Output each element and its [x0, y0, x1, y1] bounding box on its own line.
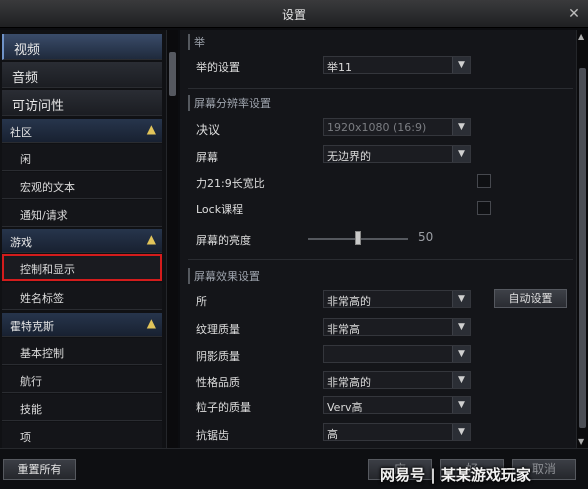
sidebar-item-nameplates[interactable]: 姓名标签 [2, 283, 162, 310]
overall-quality-dropdown[interactable]: 非常高的 ▼ [323, 290, 471, 308]
chevron-down-icon: ▼ [452, 319, 470, 335]
character-quality-dropdown[interactable]: 非常高的 ▼ [323, 371, 471, 389]
section-divider [188, 259, 573, 260]
chevron-down-icon: ▼ [452, 372, 470, 388]
particle-quality-label: 粒子的质量 [196, 401, 251, 414]
lock-cursor-label: Lock课程 [196, 203, 244, 216]
chevron-up-icon: ▲ [146, 232, 156, 246]
footer-bar: 重置所有 应 好 取消 网易号 | 某某游戏玩家 [0, 448, 588, 489]
settings-content: 举 举的设置 举11 ▼ 屏幕分辨率设置 决议 1920x1080 (16:9)… [180, 30, 576, 448]
preset-label: 举的设置 [196, 61, 240, 74]
section-divider [188, 88, 573, 89]
sidebar-group-hotkeys[interactable]: 霍特克斯 ▲ [2, 313, 162, 337]
chevron-down-icon: ▼ [452, 119, 470, 135]
particle-quality-dropdown[interactable]: Verv高 ▼ [323, 396, 471, 414]
chevron-up-icon: ▲ [146, 316, 156, 330]
title-bar: 设置 ✕ [0, 0, 588, 28]
window-title: 设置 [281, 8, 306, 22]
section-header-effects: 屏幕效果设置 [188, 268, 260, 284]
sidebar-item-notifications[interactable]: 通知/请求 [2, 200, 162, 227]
watermark: 网易号 | 某某游戏玩家 [380, 466, 531, 484]
sidebar-item-macro-text[interactable]: 宏观的文本 [2, 172, 162, 199]
section-header-resolution: 屏幕分辨率设置 [188, 95, 271, 111]
chevron-down-icon: ▼ [452, 424, 470, 440]
aspect-ratio-checkbox[interactable] [477, 174, 491, 188]
brightness-label: 屏幕的亮度 [196, 234, 251, 247]
lock-cursor-checkbox[interactable] [477, 201, 491, 215]
brightness-slider-thumb[interactable] [355, 231, 361, 245]
sidebar-item-basic-controls[interactable]: 基本控制 [2, 338, 162, 365]
texture-quality-label: 纹理质量 [196, 323, 240, 336]
anti-aliasing-label: 抗锯齿 [196, 429, 229, 442]
content-scrollbar[interactable]: ▲ ▼ [576, 30, 588, 448]
shadow-quality-label: 阴影质量 [196, 350, 240, 363]
chevron-down-icon: ▼ [452, 397, 470, 413]
screen-mode-label: 屏幕 [196, 151, 218, 164]
anti-aliasing-dropdown[interactable]: 高 ▼ [323, 423, 471, 441]
overall-quality-label: 所 [196, 295, 207, 308]
scroll-up-icon[interactable]: ▲ [578, 32, 584, 41]
sidebar-scrollbar[interactable] [166, 30, 178, 448]
sidebar-item-items[interactable]: 项 [2, 422, 162, 449]
sidebar-item-accessibility[interactable]: 可访问性 [2, 90, 162, 116]
sidebar-item-video[interactable]: 视频 [2, 34, 162, 60]
scroll-down-icon[interactable]: ▼ [578, 437, 584, 446]
sidebar-item-sailing[interactable]: 航行 [2, 366, 162, 393]
close-icon[interactable]: ✕ [564, 4, 584, 24]
preset-dropdown[interactable]: 举11 ▼ [323, 56, 471, 74]
resolution-label: 决议 [196, 123, 221, 137]
sidebar-item-audio[interactable]: 音频 [2, 62, 162, 88]
sidebar-group-game[interactable]: 游戏 ▲ [2, 229, 162, 253]
chevron-down-icon: ▼ [452, 291, 470, 307]
sidebar-item-skills[interactable]: 技能 [2, 394, 162, 421]
chevron-down-icon: ▼ [452, 146, 470, 162]
screen-mode-dropdown[interactable]: 无边界的 ▼ [323, 145, 471, 163]
content-scroll-thumb[interactable] [579, 68, 586, 428]
sidebar-item-idle[interactable]: 闲 [2, 144, 162, 171]
reset-all-button[interactable]: 重置所有 [3, 459, 76, 480]
texture-quality-dropdown[interactable]: 非常高 ▼ [323, 318, 471, 336]
auto-settings-button[interactable]: 自动设置 [494, 289, 567, 308]
chevron-up-icon: ▲ [146, 122, 156, 136]
aspect-ratio-label: 力21:9长宽比 [196, 177, 265, 190]
sidebar-scroll-thumb[interactable] [169, 52, 176, 96]
settings-sidebar: 视频 音频 可访问性 社区 ▲ 闲 宏观的文本 通知/请求 游戏 ▲ 控制和显示… [0, 30, 166, 449]
section-header-preset: 举 [188, 34, 205, 50]
sidebar-group-community[interactable]: 社区 ▲ [2, 119, 162, 143]
resolution-dropdown[interactable]: 1920x1080 (16:9) ▼ [323, 118, 471, 136]
chevron-down-icon: ▼ [452, 57, 470, 73]
brightness-value: 50 [418, 230, 434, 244]
shadow-quality-dropdown[interactable]: ▼ [323, 345, 471, 363]
sidebar-item-controls-display[interactable]: 控制和显示 [2, 254, 162, 281]
character-quality-label: 性格品质 [196, 376, 240, 389]
chevron-down-icon: ▼ [452, 346, 470, 362]
